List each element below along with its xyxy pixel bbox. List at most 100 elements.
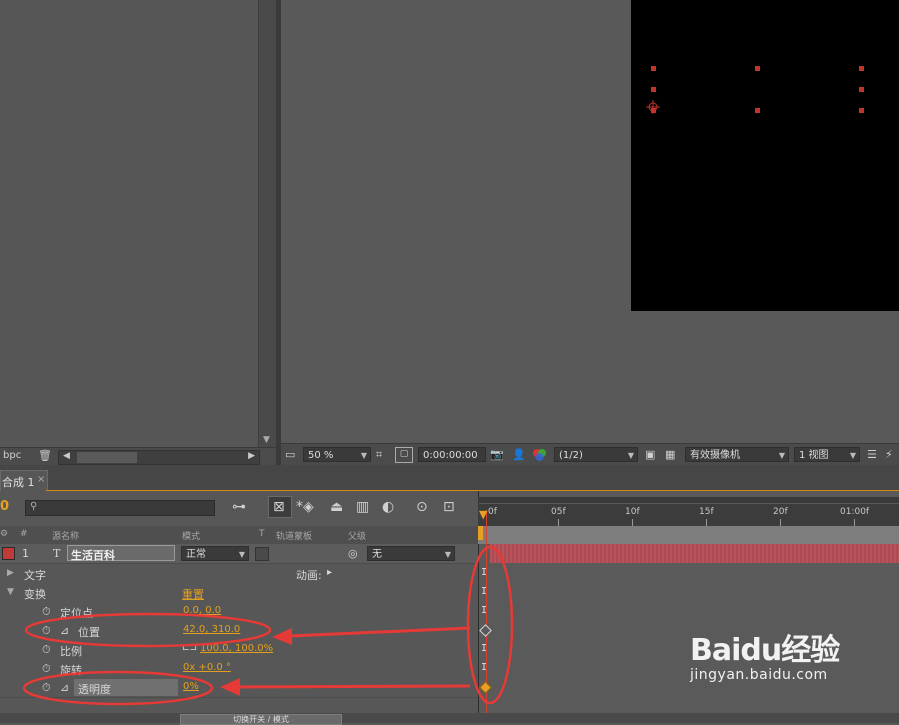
views-dropdown[interactable]: 1 视图 ▼ — [794, 447, 860, 462]
column-source-name[interactable]: 源名称 — [52, 529, 79, 542]
camera-dropdown[interactable]: 有效摄像机 ▼ — [685, 447, 789, 462]
scroll-left-icon[interactable]: ◀ — [63, 451, 70, 461]
graph-icon[interactable]: ⊿ — [60, 681, 69, 694]
column-track-matte[interactable]: 轨道蒙板 — [276, 529, 312, 542]
bounding-handle[interactable] — [859, 108, 864, 113]
layer-search-input[interactable]: ⚲ — [25, 500, 215, 516]
resolution-dropdown[interactable]: (1/2) ▼ — [554, 447, 638, 462]
work-area-start-marker[interactable] — [478, 526, 483, 540]
layer-name-field[interactable]: 生活百科 — [67, 545, 175, 562]
time-ruler[interactable]: 0f 05f 10f 15f 20f 01:00f — [478, 504, 899, 527]
fast-preview-icon[interactable]: ▣ — [645, 447, 655, 462]
property-row-position[interactable]: ⏱ ⊿ 位置 42.0, 310.0 — [0, 621, 478, 641]
ruler-tick-label: 05f — [551, 507, 566, 517]
stopwatch-active-icon[interactable]: ⏱ — [42, 624, 51, 638]
collapse-arrow-icon[interactable]: ▼ — [7, 587, 14, 597]
keyframe-icon[interactable]: I — [481, 567, 487, 578]
scroll-right-icon[interactable]: ▶ — [248, 451, 255, 461]
ruler-tick-label: 01:00f — [840, 507, 870, 517]
property-value[interactable]: 0.0, 0.0 — [183, 605, 221, 616]
viewer-toolbar: ▭ 50 % ▼ ⌗ ▢ 0:00:00:00 📷 👤 (1/2) ▼ ▣ ▦ 有效… — [281, 443, 899, 466]
column-number[interactable]: # — [20, 529, 28, 539]
comp-mini-flowchart-icon[interactable]: ⊶ — [232, 498, 246, 516]
bounding-handle[interactable] — [755, 108, 760, 113]
stopwatch-icon[interactable]: ⏱ — [42, 662, 51, 676]
property-value[interactable]: 42.0, 310.0 — [183, 624, 240, 635]
layer-index: 1 — [22, 547, 29, 560]
constrain-proportions-icon[interactable]: ⊏⊐ — [182, 643, 197, 653]
keyframe-icon[interactable]: I — [481, 586, 487, 597]
project-horizontal-scrollbar[interactable]: ◀ ▶ — [58, 450, 260, 465]
layer-row[interactable]: 1 T 生活百科 正常 ▼ ◎ 无 ▼ — [0, 544, 478, 564]
brainstorm-icon[interactable]: ◐ — [382, 498, 394, 516]
draft-3d-toggle[interactable]: ⊠ — [268, 496, 292, 518]
text-group-row[interactable]: ▶ 文字 动画: ▸ — [0, 564, 478, 584]
bounding-handle[interactable] — [651, 87, 656, 92]
column-t[interactable]: T — [259, 529, 265, 539]
zoom-dropdown[interactable]: 50 % ▼ — [303, 447, 371, 462]
property-row-rotation[interactable]: ⏱ 旋转 0x +0.0 ° — [0, 659, 478, 679]
graph-editor-icon[interactable]: ⊡ — [443, 498, 455, 516]
composition-canvas[interactable] — [631, 0, 899, 311]
always-preview-icon[interactable]: ▭ — [285, 447, 295, 462]
fast-previews-icon[interactable]: ⚡ — [885, 447, 893, 462]
camera-snapshot-icon[interactable]: 📷 — [490, 447, 504, 462]
bounding-handle[interactable] — [755, 66, 760, 71]
label-column-icon[interactable]: ⚙ — [0, 529, 8, 539]
bounding-handle[interactable] — [859, 87, 864, 92]
stopwatch-active-icon[interactable]: ⏱ — [42, 681, 51, 695]
stopwatch-icon[interactable]: ⏱ — [42, 605, 51, 619]
keyframe-icon[interactable]: I — [481, 643, 487, 654]
property-value[interactable]: 100.0, 100.0% — [200, 643, 273, 654]
hide-shy-layers-icon[interactable]: *◈ — [296, 498, 314, 516]
property-label: 位置 — [78, 626, 100, 639]
color-channels-icon[interactable] — [532, 447, 548, 465]
property-value[interactable]: 0x +0.0 ° — [183, 662, 231, 673]
transform-group-row[interactable]: ▼ 变换 重置 — [0, 583, 478, 603]
playhead-icon[interactable]: ▼ — [479, 508, 487, 521]
expand-arrow-icon[interactable]: ▶ — [7, 568, 14, 578]
anchor-point-icon[interactable] — [646, 100, 660, 114]
column-parent[interactable]: 父级 — [348, 529, 366, 542]
bounding-handle[interactable] — [651, 66, 656, 71]
bounding-handle[interactable] — [859, 66, 864, 71]
keyframe-icon[interactable]: I — [481, 662, 487, 673]
current-time-display[interactable]: 0 — [0, 499, 9, 514]
animate-menu[interactable]: 动画: — [296, 567, 322, 583]
current-time-field[interactable]: 0:00:00:00 — [418, 447, 486, 462]
region-of-interest-icon[interactable]: ▢ — [395, 447, 413, 463]
scroll-down-icon[interactable]: ▼ — [263, 435, 270, 445]
layer-mode-dropdown[interactable]: 正常 ▼ — [181, 546, 249, 561]
graph-icon[interactable]: ⊿ — [60, 624, 69, 637]
transparency-grid-icon[interactable]: ▦ — [665, 447, 675, 462]
animate-arrow-icon[interactable]: ▸ — [327, 567, 332, 578]
property-row-opacity[interactable]: ⏱ ⊿ 透明度 0% — [0, 678, 478, 698]
trash-icon[interactable]: 🗑 — [38, 449, 52, 462]
frame-blending-icon[interactable]: ⏏ — [330, 498, 343, 516]
work-area-bar[interactable] — [478, 497, 899, 503]
stopwatch-icon[interactable]: ⏱ — [42, 643, 51, 657]
tab-composition-1[interactable]: 合成 1 × — [0, 470, 48, 492]
parent-value: 无 — [372, 549, 382, 560]
column-mode[interactable]: 模式 — [182, 529, 200, 542]
show-snapshot-icon[interactable]: 👤 — [512, 447, 526, 462]
property-row-scale[interactable]: ⏱ 比例 ⊏⊐ 100.0, 100.0% — [0, 640, 478, 660]
project-vertical-scrollbar[interactable]: ▼ — [258, 0, 277, 447]
label-color-swatch[interactable] — [2, 547, 15, 560]
property-row-anchor[interactable]: ⏱ 定位点 0.0, 0.0 — [0, 602, 478, 622]
comp-duration-bar — [478, 526, 899, 544]
motion-blur-icon[interactable]: ▥ — [356, 498, 369, 516]
preserve-transparency-checkbox[interactable] — [255, 547, 269, 561]
toggle-pixel-aspect-icon[interactable]: ☰ — [867, 447, 877, 462]
close-icon[interactable]: × — [37, 474, 45, 485]
pick-whip-icon[interactable]: ◎ — [348, 547, 358, 560]
reset-link[interactable]: 重置 — [182, 586, 204, 602]
bpc-label[interactable]: bpc — [3, 450, 21, 461]
fit-frame-icon[interactable]: ⌗ — [376, 447, 382, 462]
auto-keyframe-icon[interactable]: ⊙ — [416, 498, 428, 516]
scrollbar-thumb[interactable] — [77, 452, 137, 463]
parent-dropdown[interactable]: 无 ▼ — [367, 546, 455, 561]
toggle-switches-modes-button[interactable]: 切换开关 / 模式 — [180, 714, 342, 725]
keyframe-icon[interactable]: I — [481, 605, 487, 616]
property-value[interactable]: 0% — [183, 681, 199, 692]
